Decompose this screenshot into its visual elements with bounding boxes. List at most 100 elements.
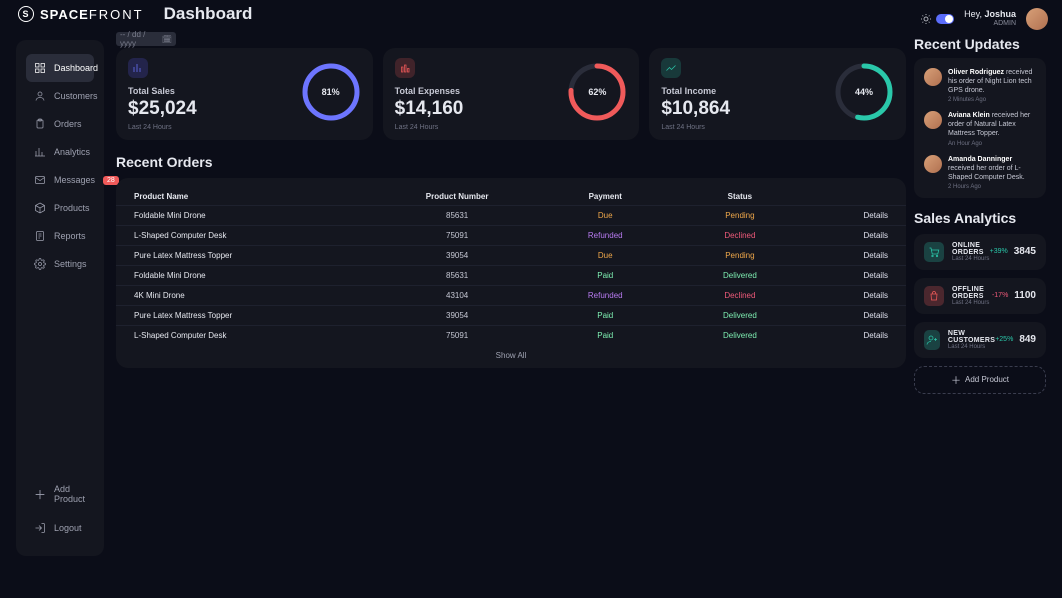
stat-sub: Last 24 Hours (395, 124, 628, 131)
plus-icon: ＋ (951, 372, 961, 387)
details-link[interactable]: Details (807, 211, 888, 220)
table-row: Foldable Mini Drone 85631 Paid Delivered… (116, 265, 906, 285)
recent-orders-title: Recent Orders (116, 154, 906, 170)
progress-ring: 81% (301, 62, 361, 122)
logout-label: Logout (54, 523, 82, 533)
details-link[interactable]: Details (807, 251, 888, 260)
sidebar-item-label: Orders (54, 119, 82, 129)
stat-card-1: Total Expenses $14,160 Last 24 Hours 62% (383, 48, 640, 140)
stats-row: Total Sales $25,024 Last 24 Hours 81% To… (116, 48, 906, 140)
user-icon (34, 90, 46, 102)
cell-product-name: Foldable Mini Drone (134, 271, 376, 280)
sidebar-item-customers[interactable]: Customers (26, 82, 94, 110)
cell-payment: Paid (538, 271, 673, 280)
analytics-sub: Last 24 Hours (952, 256, 990, 262)
analytics-card-1: OFFLINE ORDERS Last 24 Hours -17% 1100 (914, 278, 1046, 314)
update-time: 2 Minutes Ago (948, 97, 1036, 103)
col-actions (807, 192, 888, 201)
theme-toggle[interactable] (920, 13, 954, 25)
table-row: Pure Latex Mattress Topper 39054 Paid De… (116, 305, 906, 325)
bars-icon (395, 58, 415, 78)
user-role: ADMIN (964, 20, 1016, 28)
sidebar-item-products[interactable]: Products (26, 194, 94, 222)
cell-payment: Refunded (538, 291, 673, 300)
col-payment: Payment (538, 192, 673, 201)
progress-ring: 62% (567, 62, 627, 122)
cell-status: Pending (673, 251, 808, 260)
analytics-sub: Last 24 Hours (948, 344, 995, 350)
greeting-prefix: Hey, (964, 9, 982, 19)
logout-link[interactable]: Logout (26, 514, 94, 542)
add-product-button[interactable]: ＋ Add Product (914, 366, 1046, 394)
logo-mark-icon: S (18, 6, 34, 22)
sidebar-item-messages[interactable]: Messages 28 (26, 166, 94, 194)
logo-text-bold: SPACE (40, 7, 89, 22)
cell-status: Pending (673, 211, 808, 220)
cell-payment: Paid (538, 311, 673, 320)
toggle-switch[interactable] (936, 14, 954, 24)
cell-status: Delivered (673, 331, 808, 340)
details-link[interactable]: Details (807, 311, 888, 320)
sidebar-item-settings[interactable]: Settings (26, 250, 94, 278)
add-product-link[interactable]: ＋ Add Product (26, 476, 94, 512)
mail-icon (34, 174, 46, 186)
avatar (924, 68, 942, 86)
date-input[interactable]: -- / dd / yyyy 🗓 (116, 32, 176, 46)
progress-pct: 62% (567, 62, 627, 122)
sidebar-item-reports[interactable]: Reports (26, 222, 94, 250)
progress-pct: 81% (301, 62, 361, 122)
cell-payment: Paid (538, 331, 673, 340)
stat-card-0: Total Sales $25,024 Last 24 Hours 81% (116, 48, 373, 140)
show-all-link[interactable]: Show All (116, 345, 906, 360)
update-time: 2 Hours Ago (948, 184, 1036, 190)
table-row: L-Shaped Computer Desk 75091 Paid Delive… (116, 325, 906, 345)
update-time: An Hour Ago (948, 141, 1036, 147)
cell-payment: Refunded (538, 231, 673, 240)
analytics-label: ONLINE ORDERS (952, 242, 990, 256)
sidebar-item-orders[interactable]: Orders (26, 110, 94, 138)
cell-product-number: 39054 (376, 251, 538, 260)
analytics-value: 3845 (1014, 246, 1036, 257)
avatar[interactable] (1026, 8, 1048, 30)
update-text: Amanda Danninger received her order of L… (948, 155, 1036, 182)
table-row: Foldable Mini Drone 85631 Due Pending De… (116, 205, 906, 225)
cell-status: Declined (673, 291, 808, 300)
grid-icon (34, 62, 46, 74)
add-product-label: Add Product (965, 375, 1009, 384)
analytics-label: NEW CUSTOMERS (948, 330, 995, 344)
cell-status: Declined (673, 231, 808, 240)
cell-product-name: 4K Mini Drone (134, 291, 376, 300)
cell-status: Delivered (673, 271, 808, 280)
cell-product-name: L-Shaped Computer Desk (134, 331, 376, 340)
logout-icon (34, 522, 46, 534)
sidebar-item-label: Reports (54, 231, 86, 241)
col-status: Status (673, 192, 808, 201)
details-link[interactable]: Details (807, 271, 888, 280)
details-link[interactable]: Details (807, 291, 888, 300)
sidebar-item-dashboard[interactable]: Dashboard (26, 54, 94, 82)
greeting: Hey, Joshua ADMIN (964, 10, 1016, 28)
page-title: Dashboard (164, 4, 253, 24)
details-link[interactable]: Details (807, 231, 888, 240)
sidebar-item-analytics[interactable]: Analytics (26, 138, 94, 166)
analytics-label: OFFLINE ORDERS (952, 286, 992, 300)
progress-pct: 44% (834, 62, 894, 122)
orders-card: Product Name Product Number Payment Stat… (116, 178, 906, 368)
gear-icon (34, 258, 46, 270)
cell-status: Delivered (673, 311, 808, 320)
plus-icon: ＋ (34, 488, 46, 500)
main-content: Total Sales $25,024 Last 24 Hours 81% To… (116, 48, 906, 598)
details-link[interactable]: Details (807, 331, 888, 340)
add-product-label: Add Product (54, 484, 86, 504)
analytics-sub: Last 24 Hours (952, 300, 992, 306)
cell-product-number: 43104 (376, 291, 538, 300)
col-product-number: Product Number (376, 192, 538, 201)
table-row: Pure Latex Mattress Topper 39054 Due Pen… (116, 245, 906, 265)
update-item: Aviana Klein received her order of Natur… (924, 111, 1036, 146)
cell-product-number: 39054 (376, 311, 538, 320)
cell-payment: Due (538, 211, 673, 220)
cell-product-number: 75091 (376, 231, 538, 240)
analytics-pct: +25% (995, 336, 1013, 343)
analytics-value: 1100 (1014, 290, 1036, 301)
chart-bar-icon (128, 58, 148, 78)
